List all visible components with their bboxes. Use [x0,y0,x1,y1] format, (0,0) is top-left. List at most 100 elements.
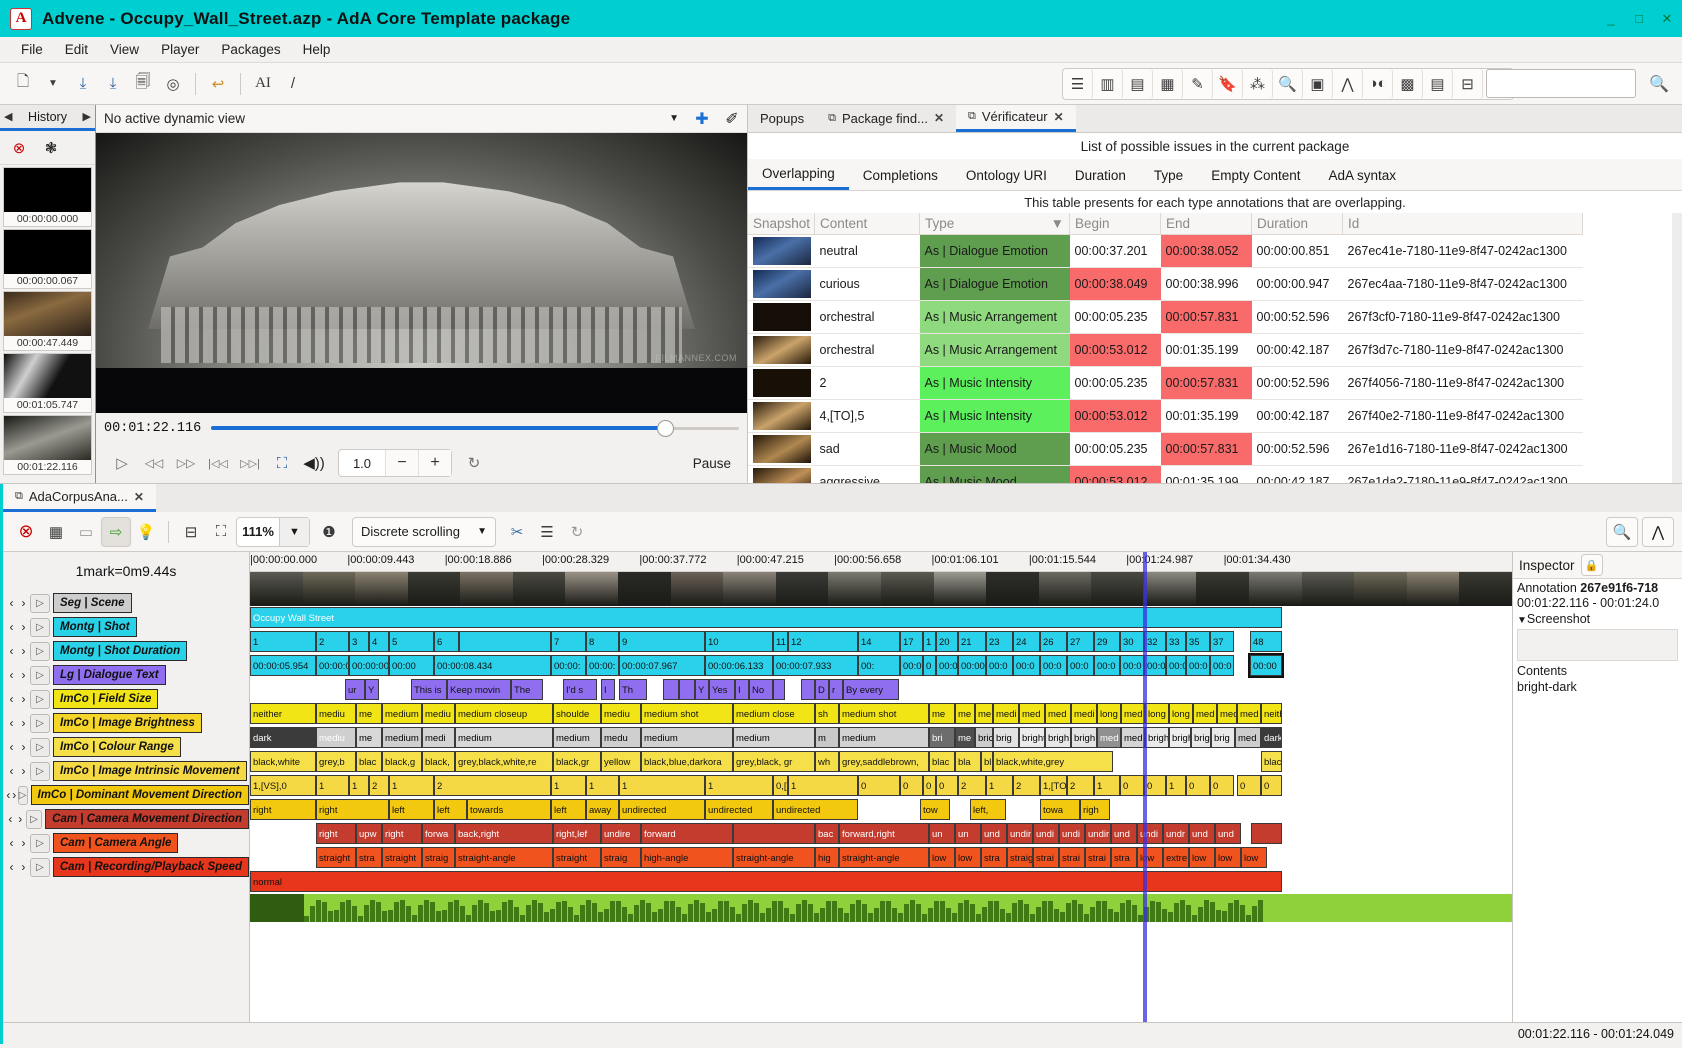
track-label[interactable]: ImCo | Colour Range [53,737,181,757]
annotation-segment[interactable]: 1,[TO [1040,775,1067,796]
track-label[interactable]: Cam | Recording/Playback Speed [52,857,249,877]
track-next-icon[interactable]: › [18,764,29,778]
annotation-segment[interactable]: stra [1111,847,1137,868]
annotation-segment[interactable]: mediu [422,703,455,724]
annotation-segment[interactable]: medium shot [839,703,929,724]
annotation-segment[interactable]: 27 [1067,631,1094,652]
annotation-segment[interactable]: I'd s [563,679,597,700]
annotation-segment[interactable]: undi [1137,823,1163,844]
issues-table-wrapper[interactable]: Snapshot Content Type ▼ Begin End Duration Id n… [748,213,1682,483]
annotation-segment[interactable]: low [1189,847,1215,868]
issue-tab-completions[interactable]: Completions [849,160,952,190]
annotation-segment[interactable]: med [1097,727,1121,748]
annotation-row[interactable]: dark mediu me medium medi medium medium medu med… [250,726,1512,750]
detach-icon[interactable]: ⧉ [968,110,976,123]
annotation-segment[interactable]: 1 [389,775,434,796]
annotation-segment[interactable]: me [955,727,975,748]
annotation-segment[interactable]: 17 [900,631,923,652]
annotation-segment[interactable]: 24 [1013,631,1040,652]
shotvalidation-icon[interactable]: ⋀ [1333,68,1363,99]
volume-button[interactable]: ◀)) [298,448,330,478]
annotation-segment[interactable]: me [975,703,993,724]
track-play-icon[interactable]: ▷ [30,617,50,637]
annotation-segment[interactable]: undirected [773,799,858,820]
annotation-segment[interactable]: left [434,799,467,820]
annotation-segment[interactable]: 14 [858,631,900,652]
snapshot-icon[interactable]: ❃ [38,135,64,161]
annotation-segment[interactable]: neither [250,703,316,724]
annotation-segment[interactable]: 0,[ [773,775,788,796]
annotation-segment[interactable]: medi [993,703,1019,724]
annotation-segment[interactable]: ur [345,679,365,700]
annotation-segment[interactable]: righ [1080,799,1110,820]
annotation-segment[interactable]: 00:0 [1210,655,1234,676]
track-play-icon[interactable]: ▷ [30,761,50,781]
annotation-segment[interactable]: med [1193,703,1217,724]
annotation-segment[interactable]: 00:0 [986,655,1013,676]
annotation-segment[interactable]: 00:0 [1144,655,1166,676]
one-icon[interactable]: ❶ [314,517,344,547]
cell-snapshot[interactable] [748,333,815,367]
cell-snapshot[interactable] [748,267,815,301]
grid-view-icon[interactable]: ▦ [1153,68,1183,99]
undo-icon[interactable]: ↩ [203,69,233,99]
track-prev-icon[interactable]: ‹ [6,668,17,682]
play-button[interactable]: ▷ [106,448,138,478]
col-snapshot[interactable]: Snapshot [748,213,815,235]
annotation-segment[interactable]: me [356,727,382,748]
col-id[interactable]: Id [1342,213,1583,235]
track-play-icon[interactable]: ▷ [30,713,50,733]
close-icon[interactable]: ✕ [934,111,944,125]
reload-icon[interactable]: ↻ [458,448,490,478]
track-play-icon[interactable]: ▷ [17,785,28,805]
annotation-segment[interactable]: long [1169,703,1193,724]
chevron-down-icon[interactable]: ▼ [279,517,309,546]
annotation-segment[interactable]: 00:00:07.967 [619,655,705,676]
refresh-icon[interactable]: ↻ [562,517,592,547]
search-icon[interactable]: 🔍 [1606,516,1638,547]
annotation-segment[interactable]: grey,b [316,751,356,772]
annotation-row[interactable]: right right left left towards left away undirec… [250,798,1512,822]
lock-icon[interactable]: 🔒 [1580,554,1603,576]
annotation-row[interactable]: normal [250,870,1512,894]
col-begin[interactable]: Begin [1069,213,1161,235]
annotation-segment[interactable]: forwa [422,823,455,844]
track-prev-icon[interactable]: ‹ [6,764,17,778]
annotation-segment[interactable]: low [1215,847,1241,868]
seek-handle[interactable] [657,419,675,437]
network-icon[interactable]: ⁂ [1243,68,1273,99]
annotation-segment[interactable]: 1 [923,631,936,652]
annotation-segment[interactable]: med [1235,727,1261,748]
annotation-segment[interactable]: 0 [923,775,936,796]
annotation-segment[interactable]: 0 [923,655,936,676]
annotation-row[interactable]: 1 2 3 4 5 6 7 8 9 10 11 12 14 17 1 20 21 23 24 26 27 29 30 32 33… [250,630,1512,654]
annotation-segment[interactable]: medium [553,727,601,748]
annotation-segment[interactable]: low [955,847,981,868]
annotation-segment[interactable]: 9 [619,631,705,652]
detach-icon[interactable]: ⧉ [828,112,836,125]
annotation-segment[interactable]: straight [316,847,356,868]
annotation-row[interactable]: ur Y This is Keep movin The I'd s I Th Y Yes I No Dr… [250,678,1512,702]
verif-tab-popups[interactable]: Popups [748,104,816,132]
annotation-segment[interactable]: sh [815,703,839,724]
annotation-segment[interactable] [733,823,815,844]
annotation-row[interactable]: neither mediu me medium mediu medium closeup s… [250,702,1512,726]
annotation-segment[interactable] [1251,823,1282,844]
annotation-segment[interactable]: un [955,823,981,844]
annotation-segment[interactable]: medium close [733,703,815,724]
cdrom-icon[interactable]: ◎ [158,69,188,99]
seek-slider[interactable] [211,419,739,437]
annotation-segment[interactable]: 00:00:00.00 [349,655,389,676]
annotation-segment[interactable]: 00:00:0 [316,655,349,676]
annotation-segment[interactable]: med [1237,703,1261,724]
issue-tab-overlapping[interactable]: Overlapping [748,160,849,190]
annotation-segment[interactable]: un [929,823,955,844]
annotation-segment[interactable]: 1,[VS],0 [250,775,316,796]
annotation-segment[interactable]: brigh [1071,727,1097,748]
track-prev-icon[interactable]: ‹ [6,860,17,874]
annotation-segment[interactable]: wh [815,751,839,772]
annotation-segment[interactable]: 00:00:06.133 [705,655,773,676]
annotation-segment[interactable]: straight-angle [839,847,929,868]
track-next-icon[interactable]: › [12,788,17,802]
ai-icon[interactable]: AI [248,69,278,99]
